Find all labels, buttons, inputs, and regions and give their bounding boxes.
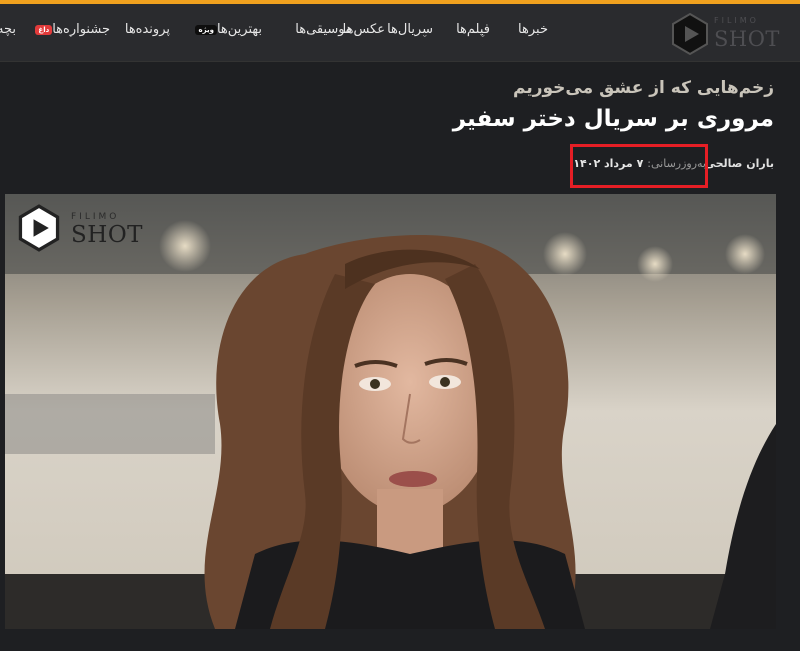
page-footer-gap [0,629,800,651]
nav-item-best-label: بهترین‌ها [216,22,262,37]
nav-item-dossiers[interactable]: پرونده‌ها [125,22,170,44]
special-badge: ویژه [195,24,217,35]
nav-item-news[interactable]: خبرها [518,22,548,44]
nav-item-kids[interactable]: بچه [0,22,16,44]
author-name[interactable]: باران صالحی [704,157,774,170]
hero-photo-illustration [5,194,776,629]
article-subtitle: زخم‌هایی که از عشق می‌خوریم [513,78,774,98]
article-title: مروری بر سریال دختر سفیر [452,106,774,132]
nav-item-music[interactable]: موسیقی‌ها [295,22,352,44]
play-emblem-icon [18,204,60,252]
hot-badge: داغ [35,24,53,35]
chevron-down-icon: ⌄ [67,30,75,40]
nav-item-best[interactable]: بهترین‌هاویژه [191,22,262,44]
nav-item-festivals-label: جشنواره‌ها [52,22,110,37]
watermark-filimo-text: FILIMO [71,212,120,222]
chevron-down-icon: ⌄ [479,30,487,40]
article-hero-image: FILIMO SHOT [5,194,776,629]
watermark-shot-text: SHOT [71,222,144,248]
highlight-box [570,144,708,188]
filimo-shot-watermark: FILIMO SHOT [15,204,143,256]
logo-filimo-text: FILIMO [714,16,759,25]
play-emblem-icon [672,12,708,56]
main-navbar: FILIMO SHOT خبرها فیلم‌ها ⌄ سریال‌ها ⌄ ع… [0,4,800,62]
filimo-shot-logo[interactable]: FILIMO SHOT [668,12,780,56]
chevron-down-icon: ⌄ [421,30,429,40]
logo-shot-text: SHOT [714,27,780,51]
